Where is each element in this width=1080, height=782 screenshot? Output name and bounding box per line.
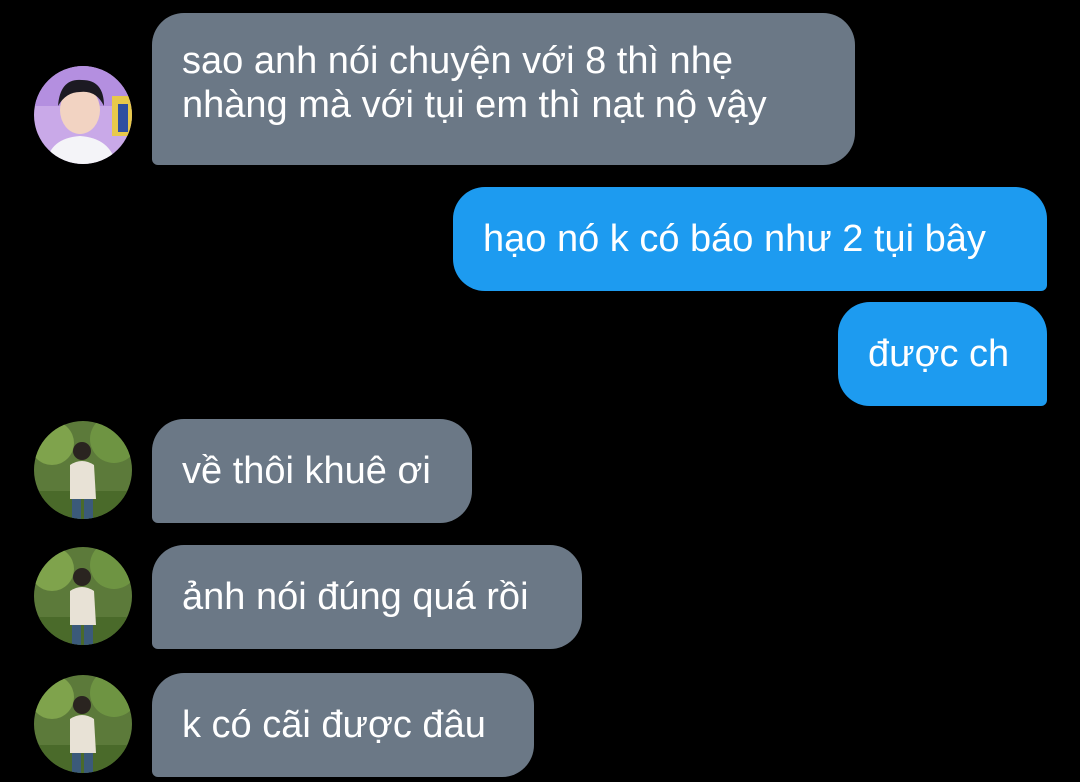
avatar[interactable] [34, 421, 132, 519]
avatar[interactable] [34, 66, 132, 164]
message-text: sao anh nói chuyện với 8 thì nhẹ [182, 40, 733, 82]
message-bubble-outgoing[interactable]: được ch [838, 302, 1047, 406]
message-text: về thôi khuê ơi [182, 450, 431, 492]
message-text: được ch [868, 333, 1010, 375]
message-text: ảnh nói đúng quá rồi [182, 576, 529, 618]
message-text: hạo nó k có báo như 2 tụi bây [483, 218, 986, 260]
avatar-photo-icon [34, 547, 132, 645]
message-text: k có cãi được đâu [182, 704, 486, 746]
message-bubble-incoming[interactable]: k có cãi được đâu [152, 673, 534, 777]
avatar[interactable] [34, 547, 132, 645]
chat-thread: sao anh nói chuyện với 8 thì nhẹ nhàng m… [0, 0, 1080, 782]
message-bubble-incoming[interactable]: ảnh nói đúng quá rồi [152, 545, 582, 649]
avatar-photo-icon [34, 675, 132, 773]
message-bubble-incoming[interactable]: về thôi khuê ơi [152, 419, 472, 523]
avatar[interactable] [34, 675, 132, 773]
message-text: nhàng mà với tụi em thì nạt nộ vậy [182, 84, 767, 126]
message-bubble-incoming[interactable]: sao anh nói chuyện với 8 thì nhẹ nhàng m… [152, 13, 855, 165]
avatar-photo-icon [34, 66, 132, 164]
avatar-photo-icon [34, 421, 132, 519]
message-bubble-outgoing[interactable]: hạo nó k có báo như 2 tụi bây [453, 187, 1047, 291]
